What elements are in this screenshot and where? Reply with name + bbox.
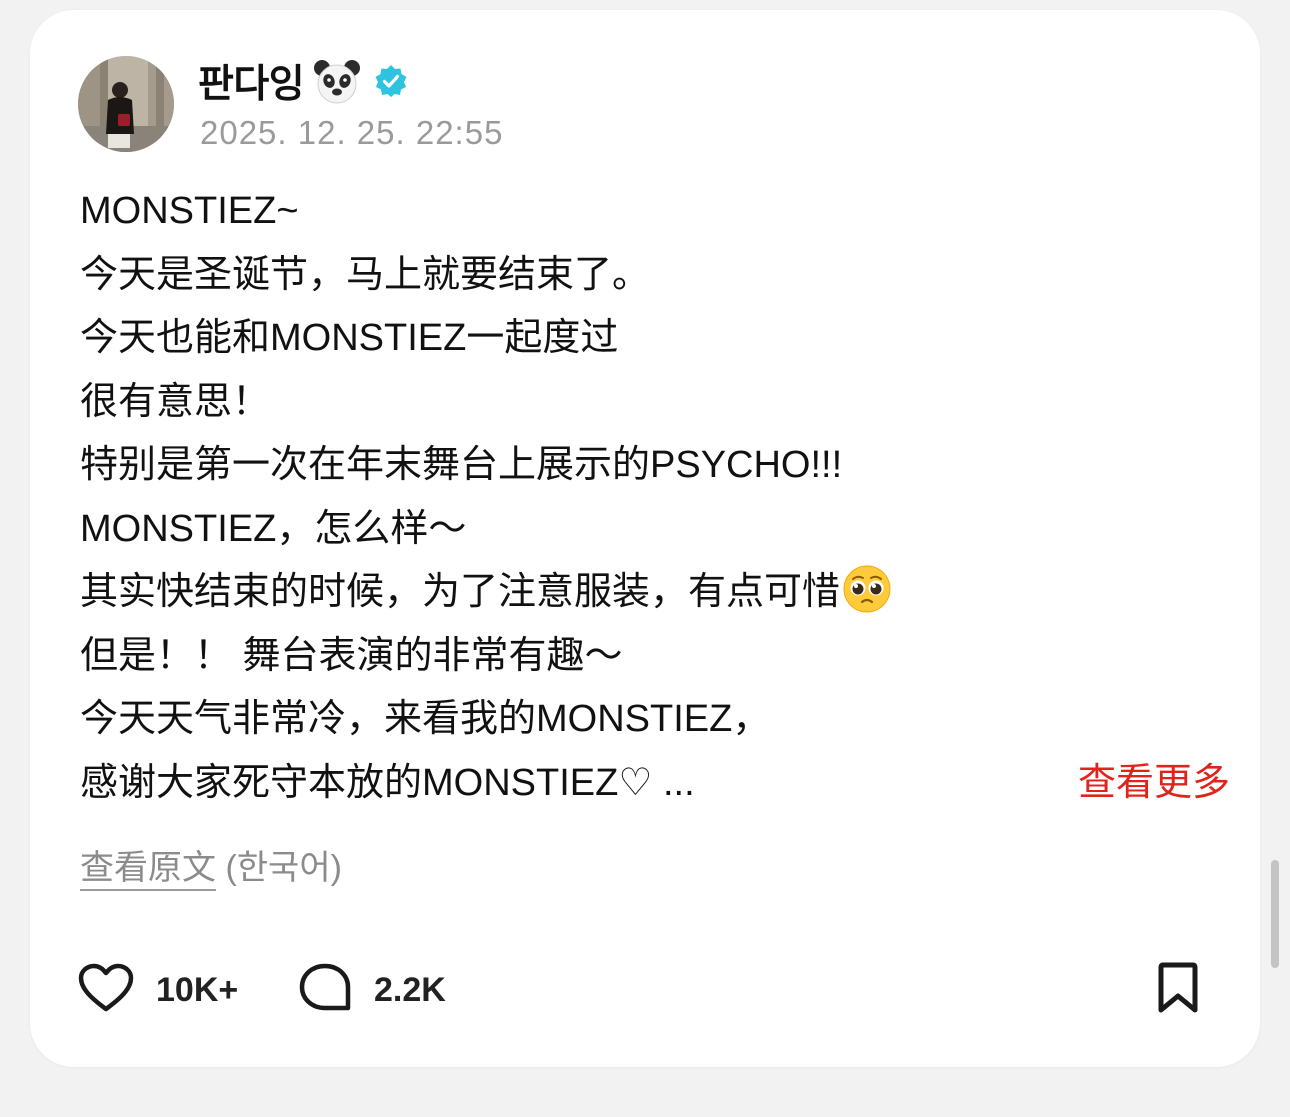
post-line-last: 感谢大家死守本放的MONSTIEZ♡ ... 查看更多	[80, 752, 1230, 816]
bookmark-button[interactable]	[1148, 960, 1208, 1020]
verified-badge-icon	[374, 64, 408, 98]
post-timestamp: 2025. 12. 25. 22:55	[200, 114, 504, 151]
post-line: 但是！！ 舞台表演的非常有趣～	[80, 634, 623, 677]
panda-icon	[312, 56, 362, 106]
post-line: MONSTIEZ~	[80, 190, 299, 232]
like-button[interactable]: 10K+	[78, 960, 238, 1020]
avatar[interactable]	[78, 56, 174, 152]
post-card: 판다잉 2025. 12. 25. 22:55 MONSTIEZ~ 今天是圣诞节…	[30, 10, 1260, 1067]
post-line: 很有意思！	[80, 380, 271, 423]
post-line-with-emoji: 其实快结束的时候，为了注意服装，有点可惜	[80, 561, 1230, 625]
post-line: 今天也能和MONSTIEZ一起度过	[80, 317, 619, 359]
post-line: MONSTIEZ，怎么样～	[80, 507, 467, 550]
heart-icon	[78, 963, 134, 1018]
comment-count: 2.2K	[374, 970, 446, 1009]
comment-bubble-icon	[298, 962, 352, 1019]
scrollbar[interactable]	[1271, 860, 1279, 968]
post-line: 今天是圣诞节，马上就要结束了。	[80, 253, 651, 296]
post-line: 今天天气非常冷，来看我的MONSTIEZ，	[80, 698, 771, 740]
post-line-text: 感谢大家死守本放的MONSTIEZ♡ ...	[80, 761, 695, 804]
view-original-link[interactable]: 查看原文	[80, 849, 216, 887]
original-language-label: (한국어)	[216, 849, 342, 887]
see-more-link[interactable]: 查看更多	[1078, 752, 1230, 816]
comment-button[interactable]: 2.2K	[298, 960, 446, 1020]
pleading-face-icon	[842, 564, 892, 614]
action-bar: 10K+ 2.2K	[78, 960, 1208, 1020]
post-header: 판다잉	[198, 56, 408, 106]
like-count: 10K+	[156, 970, 239, 1009]
post-line: 特别是第一次在年末舞台上展示的PSYCHO!!!	[80, 444, 843, 486]
username[interactable]: 판다잉	[198, 53, 305, 109]
bookmark-icon	[1155, 962, 1201, 1019]
post-body: MONSTIEZ~ 今天是圣诞节，马上就要结束了。 今天也能和MONSTIEZ一…	[80, 180, 1230, 815]
post-line-text: 其实快结束的时候，为了注意服装，有点可惜	[80, 571, 841, 613]
view-original-row: 查看原文 (한국어)	[80, 840, 342, 889]
